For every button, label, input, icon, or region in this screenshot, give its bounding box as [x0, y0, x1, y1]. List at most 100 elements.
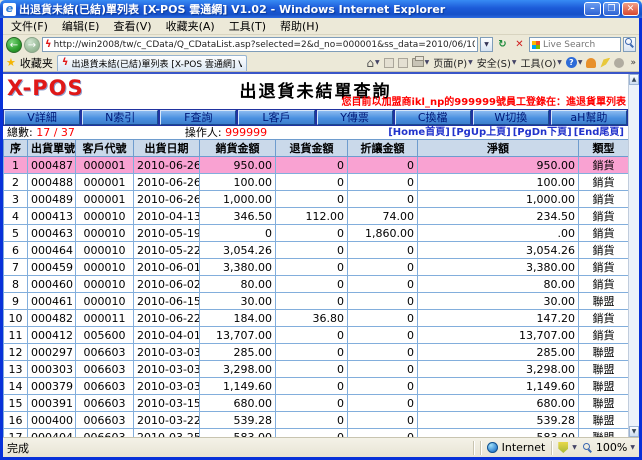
- tools-menu-button[interactable]: 工具(O)▼: [521, 55, 562, 70]
- back-button[interactable]: ←: [6, 37, 22, 53]
- maximize-button[interactable]: ❐: [603, 2, 620, 16]
- table-row[interactable]: 30004890000012010-06-261,000.00001,000.0…: [4, 191, 629, 208]
- pagination: [Home首頁] [PgUp上頁] [PgDn下頁] [End尾頁]: [388, 126, 624, 139]
- favorites-star-icon[interactable]: ★: [6, 56, 16, 69]
- table-cell: 000379: [28, 378, 76, 395]
- table-cell: 000010: [76, 276, 134, 293]
- detail-button[interactable]: V詳細: [4, 110, 80, 125]
- favorites-label[interactable]: 收藏夹: [20, 55, 53, 71]
- home-button[interactable]: ⌂▼: [366, 57, 379, 69]
- protected-mode-indicator[interactable]: ▼: [558, 442, 577, 453]
- zoom-control[interactable]: 100% ▼: [583, 441, 635, 454]
- table-row[interactable]: 20004880000012010-06-26100.0000100.00銷貨: [4, 174, 629, 191]
- forward-button[interactable]: →: [24, 37, 40, 53]
- table-cell: 006603: [76, 429, 134, 438]
- col-header-returns: 退貨金額: [276, 140, 348, 157]
- minimize-button[interactable]: –: [584, 2, 601, 16]
- table-row[interactable]: 70004590000102010-06-013,380.00003,380.0…: [4, 259, 629, 276]
- table-cell: 15: [4, 395, 28, 412]
- help-button[interactable]: ?▼: [566, 57, 583, 68]
- table-cell: 0: [276, 191, 348, 208]
- table-cell: 銷貨: [579, 191, 629, 208]
- table-cell: 0: [348, 276, 418, 293]
- blog-icon[interactable]: [600, 58, 610, 68]
- table-row[interactable]: 80004600000102010-06-0280.000080.00銷貨: [4, 276, 629, 293]
- stop-icon[interactable]: ✕: [512, 37, 527, 52]
- login-status: 您目前以加盟商ikl_np的999999號員工登錄在：進退貨單列表: [341, 93, 626, 108]
- table-row[interactable]: 10004870000012010-06-26950.0000950.00銷貨: [4, 157, 629, 174]
- table-row[interactable]: 50004630000102010-05-19001,860.00.00銷貨: [4, 225, 629, 242]
- switch-file-button[interactable]: C換檔: [395, 110, 471, 125]
- search-button[interactable]: [623, 37, 636, 52]
- table-row[interactable]: 130003030066032010-03-033,298.00003,298.…: [4, 361, 629, 378]
- table-cell: 0: [348, 310, 418, 327]
- refresh-icon[interactable]: ↻: [495, 37, 510, 52]
- search-input[interactable]: [543, 40, 618, 50]
- menu-tools[interactable]: 工具(T): [229, 18, 266, 34]
- status-text: 完成: [7, 440, 467, 456]
- read-mail-icon[interactable]: [398, 58, 408, 68]
- table-row[interactable]: 40004130000102010-04-13346.50112.0074.00…: [4, 208, 629, 225]
- pager-home-link[interactable]: [Home首頁]: [388, 126, 450, 139]
- table-cell: 銷貨: [579, 157, 629, 174]
- menu-view[interactable]: 查看(V): [113, 18, 151, 34]
- query-button[interactable]: F查詢: [160, 110, 236, 125]
- table-row[interactable]: 150003910066032010-03-15680.0000680.00聯盟: [4, 395, 629, 412]
- chevron-down-icon: ▼: [572, 444, 577, 451]
- pager-end-link[interactable]: [End尾頁]: [574, 126, 624, 139]
- menu-favorites[interactable]: 收藏夹(A): [166, 18, 215, 34]
- pager-pgdn-link[interactable]: [PgDn下頁]: [513, 126, 572, 139]
- index-button[interactable]: N索引: [82, 110, 158, 125]
- table-row[interactable]: 170004040066032010-03-25583.0000583.00聯盟: [4, 429, 629, 438]
- feeds-icon[interactable]: [384, 58, 394, 68]
- scroll-up-icon[interactable]: ▲: [629, 74, 639, 85]
- toggle-button[interactable]: W切換: [473, 110, 549, 125]
- page-scrollbar[interactable]: ▲ ▼: [628, 74, 639, 437]
- table-row[interactable]: 160004000066032010-03-22539.2800539.28聯盟: [4, 412, 629, 429]
- addon-icon[interactable]: [614, 58, 624, 68]
- table-row[interactable]: 110004120056002010-04-0113,707.000013,70…: [4, 327, 629, 344]
- table-cell: 0: [276, 361, 348, 378]
- table-cell: 000010: [76, 208, 134, 225]
- table-cell: 285.00: [200, 344, 276, 361]
- table-cell: 8: [4, 276, 28, 293]
- table-header-row: 序 出貨單號 客戶代號 出貨日期 銷貨金額 退貨金額 折讓金額 淨額 類型: [4, 140, 629, 157]
- scroll-down-icon[interactable]: ▼: [629, 426, 639, 437]
- zone-label: Internet: [502, 441, 546, 454]
- table-cell: 2010-04-13: [134, 208, 200, 225]
- chevron-down-icon: ▼: [630, 444, 635, 451]
- table-cell: 3,380.00: [418, 259, 579, 276]
- tab-bar: ★ 收藏夹 ϟ 出退貨未結(已結)單列表 [X-POS 雲通網] V1.02 ⌂…: [3, 54, 639, 72]
- menu-bar: 文件(F) 编辑(E) 查看(V) 收藏夹(A) 工具(T) 帮助(H): [3, 18, 639, 35]
- address-dropdown-icon[interactable]: ▼: [480, 37, 493, 52]
- safety-menu-button[interactable]: 安全(S)▼: [477, 55, 517, 70]
- order-list-link[interactable]: 進退貨單列表: [566, 97, 626, 108]
- table-row[interactable]: 140003790066032010-03-031,149.60001,149.…: [4, 378, 629, 395]
- help-function-button[interactable]: aH幫助: [551, 110, 627, 125]
- table-cell: 74.00: [348, 208, 418, 225]
- chevron-down-icon: ▼: [557, 59, 562, 66]
- customer-button[interactable]: L客戶: [238, 110, 314, 125]
- print-button[interactable]: ▼: [412, 58, 430, 67]
- table-row[interactable]: 120002970066032010-03-03285.0000285.00聯盟: [4, 344, 629, 361]
- active-tab[interactable]: ϟ 出退貨未結(已結)單列表 [X-POS 雲通網] V1.02: [57, 55, 247, 71]
- table-row[interactable]: 90004610000102010-06-1530.000030.00聯盟: [4, 293, 629, 310]
- table-row[interactable]: 100004820000112010-06-22184.0036.800147.…: [4, 310, 629, 327]
- menu-file[interactable]: 文件(F): [11, 18, 48, 34]
- overflow-chevron-icon[interactable]: »: [630, 58, 636, 68]
- table-cell: 006603: [76, 395, 134, 412]
- table-cell: 0: [348, 157, 418, 174]
- voucher-button[interactable]: Y傳票: [317, 110, 393, 125]
- pager-pgup-link[interactable]: [PgUp上頁]: [452, 126, 511, 139]
- page-menu-button[interactable]: 页面(P)▼: [433, 55, 472, 70]
- menu-edit[interactable]: 编辑(E): [62, 18, 100, 34]
- zoom-magnifier-icon: [583, 443, 593, 453]
- table-row[interactable]: 60004640000102010-05-223,054.26003,054.2…: [4, 242, 629, 259]
- table-cell: 銷貨: [579, 276, 629, 293]
- menu-help[interactable]: 帮助(H): [280, 18, 319, 34]
- table-cell: 銷貨: [579, 259, 629, 276]
- table-cell: 銷貨: [579, 225, 629, 242]
- messenger-icon[interactable]: [586, 58, 596, 68]
- close-button[interactable]: ✕: [622, 2, 639, 16]
- url-input[interactable]: [54, 38, 475, 51]
